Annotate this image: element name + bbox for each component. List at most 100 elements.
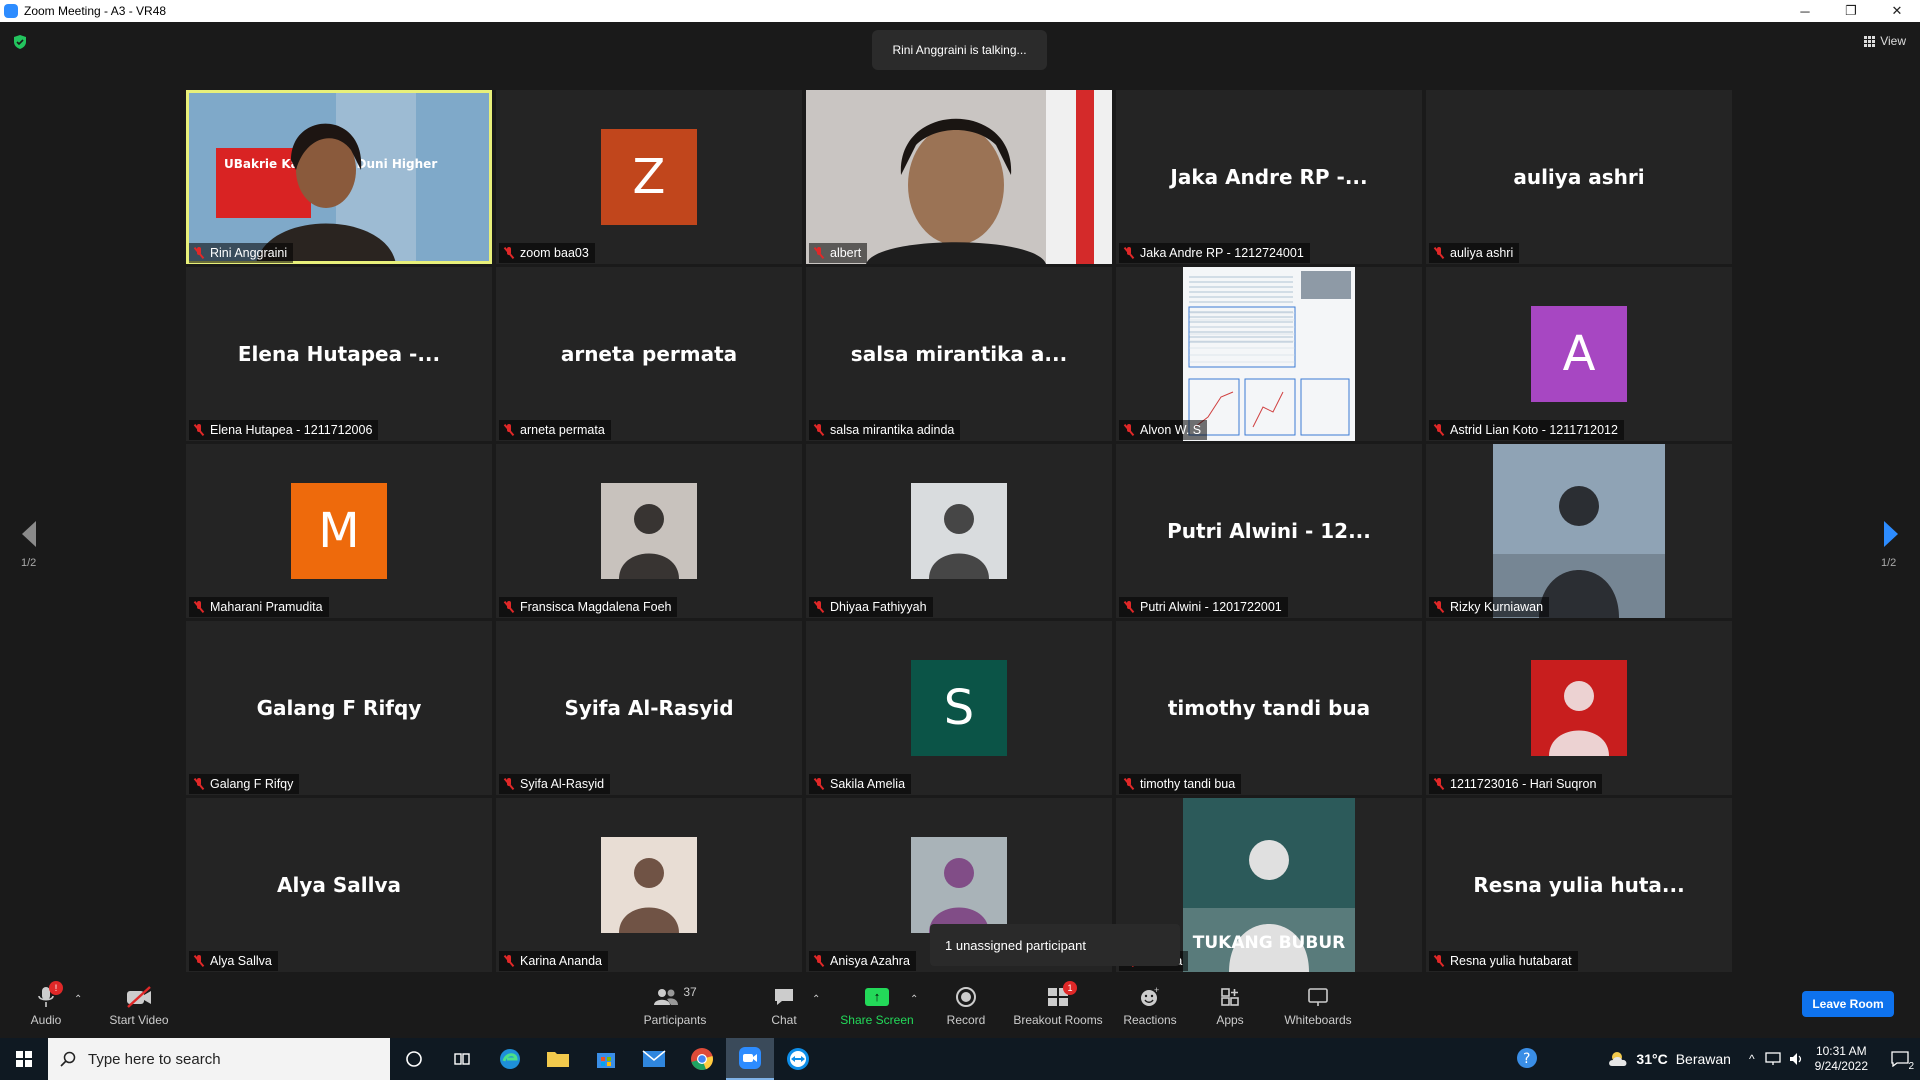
notification-center-button[interactable]: 2 — [1880, 1038, 1920, 1080]
participant-tile[interactable]: S Sakila Amelia — [806, 621, 1112, 795]
weather-description[interactable]: Berawan — [1676, 1051, 1731, 1067]
view-button[interactable]: View — [1864, 34, 1906, 48]
participant-name: Jaka Andre RP - 1212724001 — [1140, 246, 1304, 260]
whiteboard-icon — [1308, 987, 1328, 1006]
start-button[interactable] — [0, 1038, 48, 1080]
participant-tile[interactable]: albert — [806, 90, 1112, 264]
participant-tile[interactable]: Zzoom baa03 — [496, 90, 802, 264]
weather-temperature[interactable]: 31°C — [1636, 1051, 1667, 1067]
search-icon — [60, 1051, 76, 1067]
taskbar-search-box[interactable]: Type here to search — [48, 1038, 390, 1080]
participant-tile[interactable]: 1211723016 - Hari Suqron — [1426, 621, 1732, 795]
encryption-shield-icon[interactable] — [12, 34, 28, 50]
store-bag-icon — [597, 1053, 615, 1068]
apps-button[interactable]: Apps — [1212, 972, 1248, 1038]
taskbar-edge[interactable] — [486, 1038, 534, 1080]
shared-document-thumbnail — [1183, 267, 1355, 441]
participant-name: Maharani Pramudita — [210, 600, 323, 614]
participant-tile[interactable]: timothy tandi bua timothy tandi bua — [1116, 621, 1422, 795]
participant-name-label: Syifa Al-Rasyid — [499, 774, 611, 794]
participant-name: Fransisca Magdalena Foeh — [520, 600, 672, 614]
participant-tile[interactable]: Syifa Al-Rasyid Syifa Al-Rasyid — [496, 621, 802, 795]
participants-button[interactable]: 37 Participants — [640, 972, 710, 1038]
start-video-button[interactable]: Start Video — [104, 972, 174, 1038]
participant-tile[interactable]: Jaka Andre RP -... Jaka Andre RP - 121272… — [1116, 90, 1422, 264]
reactions-button[interactable]: + Reactions — [1122, 972, 1178, 1038]
volume-icon[interactable] — [1789, 1052, 1805, 1066]
help-tray-icon[interactable]: ? — [1516, 1047, 1538, 1072]
muted-microphone-icon — [813, 601, 825, 613]
participant-tile[interactable]: arneta permata arneta permata — [496, 267, 802, 441]
participant-tile[interactable]: Resna yulia huta... Resna yulia hutabarat — [1426, 798, 1732, 972]
notification-count: 2 — [1908, 1061, 1914, 1072]
restore-button[interactable]: ❐ — [1828, 0, 1874, 22]
share-screen-button[interactable]: ↑ Share Screen — [840, 972, 914, 1038]
participant-tile[interactable]: Dhiyaa Fathiyyah — [806, 444, 1112, 618]
task-view-icon — [454, 1053, 470, 1065]
muted-microphone-icon — [1123, 424, 1135, 436]
unassigned-participant-popup[interactable]: 1 unassigned participant — [930, 924, 1180, 966]
participant-tile[interactable]: Elena Hutapea -... Elena Hutapea - 121171… — [186, 267, 492, 441]
show-hidden-icons-chevron-icon[interactable]: ^ — [1749, 1052, 1755, 1066]
participant-display-name: Resna yulia huta... — [1473, 873, 1685, 897]
audio-options-caret-icon[interactable]: ⌃ — [74, 994, 82, 1005]
participant-tile[interactable]: salsa mirantika a... salsa mirantika adin… — [806, 267, 1112, 441]
previous-page-arrow-icon[interactable] — [18, 519, 40, 549]
taskbar-teamviewer[interactable] — [774, 1038, 822, 1080]
taskbar-file-explorer[interactable] — [534, 1038, 582, 1080]
participant-tile[interactable]: Fransisca Magdalena Foeh — [496, 444, 802, 618]
muted-microphone-icon — [1433, 424, 1445, 436]
muted-microphone-icon — [193, 955, 205, 967]
participant-tile[interactable]: Karina Ananda — [496, 798, 802, 972]
participant-tile[interactable]: UBakrie Kampus di Duni HigherRini Anggra… — [186, 90, 492, 264]
participant-tile[interactable]: Putri Alwini - 12... Putri Alwini - 12017… — [1116, 444, 1422, 618]
help-question-icon: ? — [1517, 1047, 1538, 1068]
taskbar-store[interactable] — [582, 1038, 630, 1080]
participant-name-label: Astrid Lian Koto - 1211712012 — [1429, 420, 1624, 440]
taskbar-clock[interactable]: 10:31 AM 9/24/2022 — [1815, 1044, 1868, 1074]
participant-name-label: auliya ashri — [1429, 243, 1520, 263]
participant-tile[interactable]: M Maharani Pramudita — [186, 444, 492, 618]
chat-button[interactable]: Chat — [766, 972, 802, 1038]
poster-text: TUKANG BUBUR — [1193, 933, 1345, 953]
close-button[interactable]: ✕ — [1874, 0, 1920, 22]
next-page-arrow-icon[interactable] — [1880, 519, 1902, 549]
audio-button[interactable]: ! Audio — [28, 972, 64, 1038]
participant-tile[interactable]: auliya ashri auliya ashri — [1426, 90, 1732, 264]
taskbar-chrome[interactable] — [678, 1038, 726, 1080]
participants-label: Participants — [643, 1012, 707, 1027]
task-view-button[interactable] — [438, 1038, 486, 1080]
participant-name: arneta permata — [520, 423, 605, 437]
participant-tile[interactable]: Alvon W. S — [1116, 267, 1422, 441]
participant-tile[interactable]: Alya Sallva Alya Sallva — [186, 798, 492, 972]
participant-display-name: salsa mirantika a... — [850, 342, 1068, 366]
participant-name-label: Rini Anggraini — [189, 243, 294, 263]
taskbar-mail[interactable] — [630, 1038, 678, 1080]
muted-microphone-icon — [1433, 601, 1445, 613]
chat-options-caret-icon[interactable]: ⌃ — [812, 994, 820, 1005]
network-icon[interactable] — [1764, 1052, 1781, 1066]
whiteboards-button[interactable]: Whiteboards — [1282, 972, 1354, 1038]
muted-microphone-icon — [813, 424, 825, 436]
participant-name: Dhiyaa Fathiyyah — [830, 600, 927, 614]
participant-tile[interactable]: A Astrid Lian Koto - 1211712012 — [1426, 267, 1732, 441]
participant-tile[interactable]: Rizky Kurniawan — [1426, 444, 1732, 618]
participant-tile[interactable]: Galang F Rifqy Galang F Rifqy — [186, 621, 492, 795]
minimize-button[interactable]: ─ — [1782, 0, 1828, 22]
participant-name-label: Anisya Azahra — [809, 951, 916, 971]
zoom-app-icon — [739, 1047, 761, 1069]
profile-photo: TUKANG BUBUR — [1183, 798, 1355, 972]
whiteboards-label: Whiteboards — [1284, 1012, 1352, 1027]
taskbar-zoom[interactable] — [726, 1038, 774, 1080]
leave-room-button[interactable]: Leave Room — [1802, 991, 1894, 1017]
gallery-view: UBakrie Kampus di Duni HigherRini Anggra… — [186, 90, 1734, 972]
participant-name-label: Alya Sallva — [189, 951, 278, 971]
grid-view-icon — [1864, 35, 1876, 47]
edge-browser-icon — [500, 1049, 520, 1069]
share-options-caret-icon[interactable]: ⌃ — [910, 994, 918, 1005]
participant-name-label: Galang F Rifqy — [189, 774, 300, 794]
audio-warning-badge: ! — [49, 980, 63, 995]
cortana-button[interactable] — [390, 1038, 438, 1080]
breakout-rooms-button[interactable]: 1 Breakout Rooms — [1013, 972, 1103, 1038]
record-button[interactable]: Record — [944, 972, 988, 1038]
